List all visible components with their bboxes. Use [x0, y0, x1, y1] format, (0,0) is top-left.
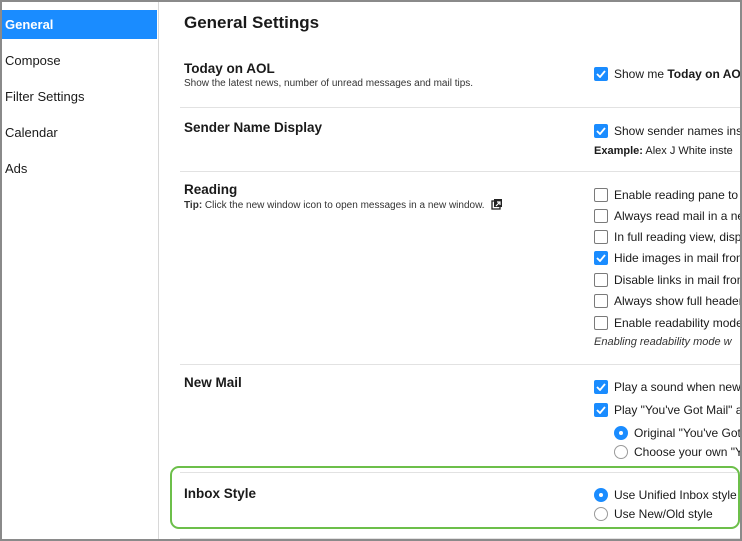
section-description: Show the latest news, number of unread m…: [184, 78, 474, 89]
option-label: Play "You've Got Mail" al: [614, 403, 742, 417]
option-label: Always show full headers: [614, 294, 742, 308]
sidebar-item-filter-settings[interactable]: Filter Settings: [2, 82, 157, 111]
reading-option[interactable]: Enable readability mode: [594, 314, 742, 332]
sender-names-option[interactable]: Show sender names inste: [594, 122, 742, 140]
section-title: Inbox Style: [184, 486, 257, 501]
checkbox[interactable]: [594, 230, 608, 244]
sidebar-item-calendar[interactable]: Calendar: [2, 118, 157, 147]
page-title: General Settings: [184, 13, 320, 32]
option-label: Use Unified Inbox style: [614, 488, 737, 502]
sidebar-item-ads[interactable]: Ads: [2, 154, 157, 183]
reading-option[interactable]: Enable reading pane to p: [594, 186, 742, 204]
checkbox[interactable]: [594, 251, 608, 265]
reading-tip: Tip: Click the new window icon to open m…: [184, 198, 503, 213]
option-label: Hide images in mail from: [614, 251, 742, 265]
option-label: Play a sound when new: [614, 380, 741, 394]
checkbox[interactable]: [594, 67, 608, 81]
option-label: Disable links in mail from: [614, 273, 742, 287]
today-on-aol-option[interactable]: Show me Today on AOL: [594, 65, 742, 83]
sidebar-item-compose[interactable]: Compose: [2, 46, 157, 75]
option-label: Show me Today on AOL: [614, 67, 742, 81]
section-new-mail: New Mail Play a sound when new Play "You…: [180, 365, 740, 473]
settings-sidebar: General Compose Filter Settings Calendar…: [2, 2, 159, 539]
reading-option[interactable]: Hide images in mail from: [594, 249, 742, 267]
section-title: Today on AOL: [184, 61, 275, 76]
radio-button[interactable]: [594, 507, 608, 521]
section-sender-name-display: Sender Name Display Show sender names in…: [180, 108, 740, 172]
sound-radio-option[interactable]: Choose your own "Y: [614, 443, 742, 461]
settings-main: General Settings Today on AOL Show the l…: [160, 2, 740, 539]
option-label: Enable reading pane to p: [614, 188, 742, 202]
option-label: In full reading view, displ: [614, 230, 742, 244]
section-title: Reading: [184, 182, 238, 197]
inbox-style-option[interactable]: Use Unified Inbox style: [594, 486, 737, 504]
option-label: Use New/Old style: [614, 507, 713, 521]
option-label: Original "You've Got: [634, 426, 741, 440]
inbox-style-option[interactable]: Use New/Old style: [594, 505, 713, 523]
radio-button[interactable]: [594, 488, 608, 502]
option-label: Enable readability mode: [614, 316, 742, 330]
new-mail-option[interactable]: Play "You've Got Mail" al: [594, 401, 742, 419]
new-window-icon: [491, 198, 503, 213]
checkbox[interactable]: [594, 294, 608, 308]
option-label: Choose your own "Y: [634, 445, 742, 459]
checkbox[interactable]: [594, 188, 608, 202]
checkbox[interactable]: [594, 403, 608, 417]
new-mail-option[interactable]: Play a sound when new: [594, 378, 741, 396]
reading-option[interactable]: In full reading view, displ: [594, 228, 742, 246]
option-label: Always read mail in a ne: [614, 209, 742, 223]
section-today-on-aol: Today on AOL Show the latest news, numbe…: [180, 52, 740, 108]
readability-note: Enabling readability mode w: [594, 336, 732, 348]
reading-option[interactable]: Always read mail in a ne: [594, 207, 742, 225]
checkbox[interactable]: [594, 316, 608, 330]
sender-example: Example: Alex J White inste: [594, 145, 733, 157]
radio-button[interactable]: [614, 445, 628, 459]
checkbox[interactable]: [594, 380, 608, 394]
settings-window: General Compose Filter Settings Calendar…: [0, 0, 742, 541]
section-title: Sender Name Display: [184, 120, 323, 135]
reading-option[interactable]: Always show full headers: [594, 292, 742, 310]
checkbox[interactable]: [594, 124, 608, 138]
reading-option[interactable]: Disable links in mail from: [594, 271, 742, 289]
radio-button[interactable]: [614, 426, 628, 440]
section-title: New Mail: [184, 375, 242, 390]
sidebar-item-general[interactable]: General: [2, 10, 157, 39]
sound-radio-option[interactable]: Original "You've Got: [614, 424, 741, 442]
option-label: Show sender names inste: [614, 124, 742, 138]
checkbox[interactable]: [594, 209, 608, 223]
section-reading: Reading Tip: Click the new window icon t…: [180, 172, 740, 365]
section-inbox-style: Inbox Style Use Unified Inbox style Use …: [180, 473, 740, 539]
checkbox[interactable]: [594, 273, 608, 287]
